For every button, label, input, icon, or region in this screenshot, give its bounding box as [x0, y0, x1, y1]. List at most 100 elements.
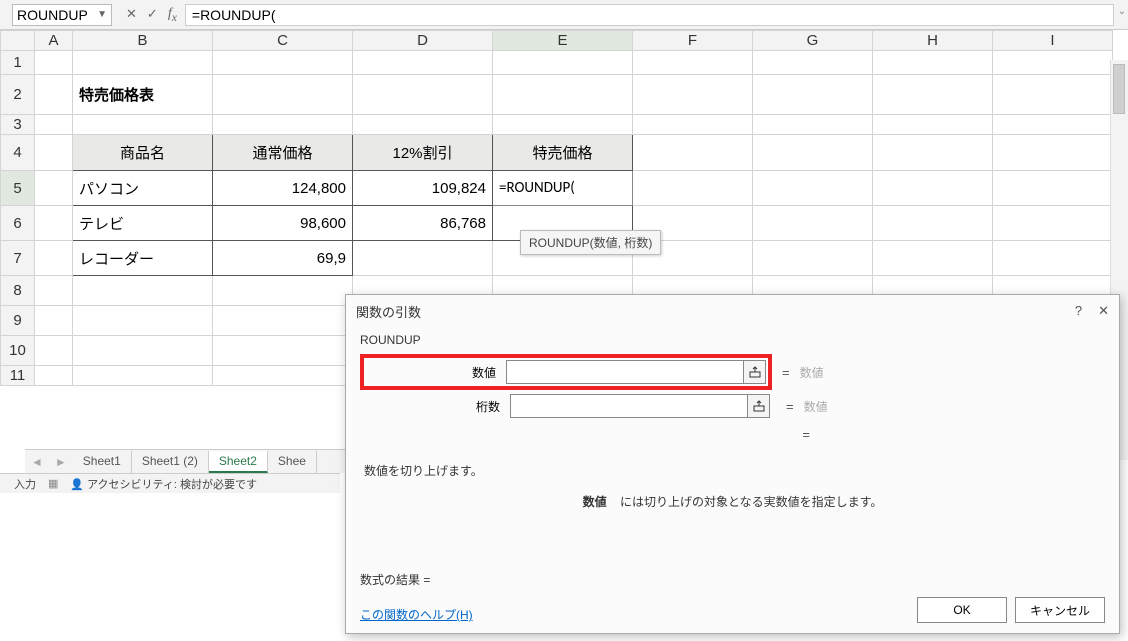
cell-C7[interactable]: 69,9: [213, 241, 353, 276]
row-header-6[interactable]: 6: [1, 206, 35, 241]
cell-I1[interactable]: [993, 51, 1113, 75]
row-header-4[interactable]: 4: [1, 135, 35, 171]
row-header-3[interactable]: 3: [1, 115, 35, 135]
cell-C3[interactable]: [213, 115, 353, 135]
col-header-B[interactable]: B: [73, 31, 213, 51]
cell-C11[interactable]: [213, 366, 353, 386]
cell-D4[interactable]: 12%割引: [353, 135, 493, 171]
cell-E3[interactable]: [493, 115, 633, 135]
col-header-D[interactable]: D: [353, 31, 493, 51]
cell-H2[interactable]: [873, 75, 993, 115]
sheet-tab-2[interactable]: Sheet2: [209, 451, 268, 473]
cell-G5[interactable]: [753, 171, 873, 206]
cell-C6[interactable]: 98,600: [213, 206, 353, 241]
dialog-titlebar[interactable]: 関数の引数 ? ✕: [346, 295, 1119, 327]
row-header-9[interactable]: 9: [1, 306, 35, 336]
cell-I2[interactable]: [993, 75, 1113, 115]
cell-I4[interactable]: [993, 135, 1113, 171]
range-selector-icon[interactable]: [743, 361, 765, 383]
function-help-link[interactable]: この関数のヘルプ(H): [360, 608, 473, 622]
sheet-tab-3[interactable]: Shee: [268, 451, 317, 473]
row-header-5[interactable]: 5: [1, 171, 35, 206]
sheet-tab-0[interactable]: Sheet1: [73, 451, 132, 473]
cell-B5[interactable]: パソコン: [73, 171, 213, 206]
row-header-10[interactable]: 10: [1, 336, 35, 366]
cell-B10[interactable]: [73, 336, 213, 366]
cell-A10[interactable]: [35, 336, 73, 366]
cell-B9[interactable]: [73, 306, 213, 336]
formula-input[interactable]: =ROUNDUP(: [185, 4, 1114, 26]
cell-C8[interactable]: [213, 276, 353, 306]
cell-F2[interactable]: [633, 75, 753, 115]
col-header-C[interactable]: C: [213, 31, 353, 51]
cell-H4[interactable]: [873, 135, 993, 171]
col-header-F[interactable]: F: [633, 31, 753, 51]
cell-A7[interactable]: [35, 241, 73, 276]
cell-A2[interactable]: [35, 75, 73, 115]
cell-C4[interactable]: 通常価格: [213, 135, 353, 171]
cell-B2[interactable]: 特売価格表: [73, 75, 213, 115]
cell-G2[interactable]: [753, 75, 873, 115]
cell-I5[interactable]: [993, 171, 1113, 206]
cell-A6[interactable]: [35, 206, 73, 241]
cell-H5[interactable]: [873, 171, 993, 206]
cell-D1[interactable]: [353, 51, 493, 75]
row-header-7[interactable]: 7: [1, 241, 35, 276]
row-header-11[interactable]: 11: [1, 366, 35, 386]
col-header-G[interactable]: G: [753, 31, 873, 51]
scrollbar-thumb[interactable]: [1113, 64, 1125, 114]
cell-B8[interactable]: [73, 276, 213, 306]
cell-B1[interactable]: [73, 51, 213, 75]
name-box-dropdown-icon[interactable]: ▼: [97, 9, 107, 20]
range-selector-icon[interactable]: [747, 395, 769, 417]
ok-button[interactable]: OK: [917, 597, 1007, 623]
formula-expand-icon[interactable]: ⌄: [1118, 6, 1126, 17]
tab-nav-prev-icon[interactable]: ◄: [25, 455, 49, 469]
cancel-icon[interactable]: ✕: [126, 6, 137, 22]
cell-G4[interactable]: [753, 135, 873, 171]
fx-icon[interactable]: fx: [168, 6, 177, 24]
cell-D5[interactable]: 109,824: [353, 171, 493, 206]
cell-B6[interactable]: テレビ: [73, 206, 213, 241]
cell-C2[interactable]: [213, 75, 353, 115]
arg-input-1[interactable]: [511, 399, 747, 414]
cell-E5[interactable]: =ROUNDUP(: [493, 171, 633, 206]
sheet-tab-1[interactable]: Sheet1 (2): [132, 451, 209, 473]
cell-A9[interactable]: [35, 306, 73, 336]
cell-H6[interactable]: [873, 206, 993, 241]
cell-A4[interactable]: [35, 135, 73, 171]
cell-I7[interactable]: [993, 241, 1113, 276]
col-header-H[interactable]: H: [873, 31, 993, 51]
accessibility-status[interactable]: アクセシビリティ: 検討が必要です: [70, 476, 257, 492]
cell-H7[interactable]: [873, 241, 993, 276]
cell-E2[interactable]: [493, 75, 633, 115]
row-header-2[interactable]: 2: [1, 75, 35, 115]
cell-F5[interactable]: [633, 171, 753, 206]
cell-D2[interactable]: [353, 75, 493, 115]
col-header-E[interactable]: E: [493, 31, 633, 51]
cell-E1[interactable]: [493, 51, 633, 75]
cell-D6[interactable]: 86,768: [353, 206, 493, 241]
dialog-help-icon[interactable]: ?: [1075, 303, 1082, 319]
cell-C5[interactable]: 124,800: [213, 171, 353, 206]
cell-D7[interactable]: [353, 241, 493, 276]
row-header-8[interactable]: 8: [1, 276, 35, 306]
cell-G3[interactable]: [753, 115, 873, 135]
dialog-close-icon[interactable]: ✕: [1098, 303, 1109, 319]
cell-A1[interactable]: [35, 51, 73, 75]
cell-C9[interactable]: [213, 306, 353, 336]
cell-A3[interactable]: [35, 115, 73, 135]
cell-F4[interactable]: [633, 135, 753, 171]
col-header-I[interactable]: I: [993, 31, 1113, 51]
cell-B7[interactable]: レコーダー: [73, 241, 213, 276]
arg-input-0[interactable]: [507, 365, 743, 380]
cell-B4[interactable]: 商品名: [73, 135, 213, 171]
cell-F1[interactable]: [633, 51, 753, 75]
enter-icon[interactable]: ✓: [147, 6, 158, 22]
tab-nav-next-icon[interactable]: ►: [49, 455, 73, 469]
cell-A5[interactable]: [35, 171, 73, 206]
cell-I6[interactable]: [993, 206, 1113, 241]
cell-B3[interactable]: [73, 115, 213, 135]
cell-G7[interactable]: [753, 241, 873, 276]
cell-D3[interactable]: [353, 115, 493, 135]
